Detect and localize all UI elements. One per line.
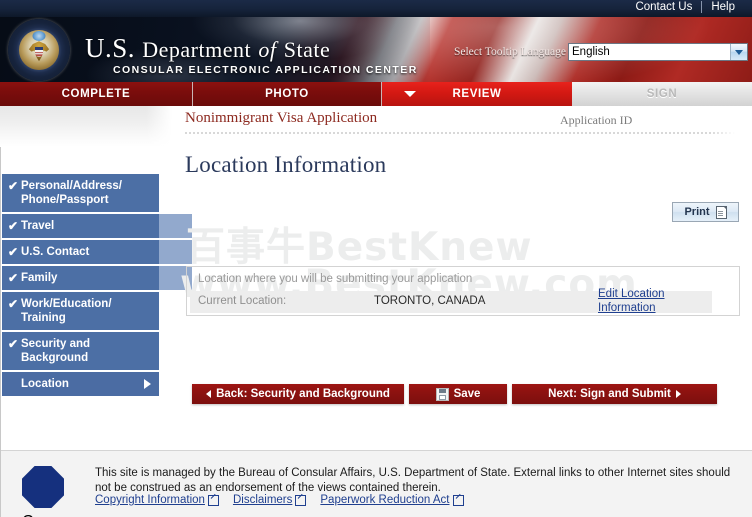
seal-blue-orb xyxy=(32,30,46,41)
current-location-value: TORONTO, CANADA xyxy=(374,295,486,307)
tooltip-language-value: English xyxy=(572,46,610,58)
save-button[interactable]: Save xyxy=(409,384,507,404)
top-utility-bar: Contact Us Help xyxy=(0,0,752,18)
location-hint: Location where you will be submitting yo… xyxy=(198,273,473,285)
tooltip-language-select[interactable]: English xyxy=(568,43,748,61)
check-icon: ✔ xyxy=(8,337,19,351)
chevron-down-icon[interactable] xyxy=(730,44,747,60)
page-title: Location Information xyxy=(185,152,387,177)
main-tab-bar: COMPLETE PHOTO REVIEW SIGN xyxy=(0,82,752,106)
department-of-state-seal-icon xyxy=(8,19,70,81)
form-action-bar: Back: Security and Background Save Next:… xyxy=(192,384,722,404)
current-location-label: Current Location: xyxy=(198,295,287,307)
sidebar-top-gradient xyxy=(0,106,172,147)
print-button-label: Print xyxy=(684,206,710,218)
tab-complete-label: COMPLETE xyxy=(61,88,131,100)
caret-down-icon xyxy=(404,91,416,97)
sidebar-item-work-education[interactable]: ✔ Work/Education/ Training xyxy=(2,292,159,330)
check-icon: ✔ xyxy=(8,271,19,285)
top-utility-links: Contact Us Help xyxy=(626,1,744,13)
contact-us-link[interactable]: Contact Us xyxy=(626,1,701,13)
copyright-information-label: Copyright Information xyxy=(95,494,205,506)
breadcrumb-divider xyxy=(185,122,741,136)
dept-title-department: Department xyxy=(142,37,252,62)
next-button[interactable]: Next: Sign and Submit xyxy=(512,384,717,404)
application-id-label: Application ID xyxy=(560,113,633,127)
sidebar-item-security[interactable]: ✔ Security and Background xyxy=(2,332,159,370)
sidebar-item-family-label: Family xyxy=(21,272,58,284)
help-link[interactable]: Help xyxy=(702,1,744,13)
tab-review-label: REVIEW xyxy=(452,88,502,100)
site-banner: U.S. Department of State CONSULAR ELECTR… xyxy=(0,17,752,82)
dept-title-us: U.S. xyxy=(85,33,136,63)
ceac-application-page: Contact Us Help U.S. Department of State… xyxy=(0,0,752,517)
footer-disclaimer-text: This site is managed by the Bureau of Co… xyxy=(95,467,731,494)
footer-links: Copyright Information Disclaimers Paperw… xyxy=(95,494,464,506)
sidebar-item-travel[interactable]: ✔ Travel xyxy=(2,214,192,238)
save-button-label: Save xyxy=(453,388,481,400)
chevron-right-icon xyxy=(144,379,151,389)
check-icon: ✔ xyxy=(8,297,19,311)
tab-photo-label: PHOTO xyxy=(265,88,309,100)
edit-location-information-link[interactable]: Edit Location Information xyxy=(598,287,690,315)
document-icon xyxy=(715,205,727,219)
copyright-information-link[interactable]: Copyright Information xyxy=(95,494,219,506)
breadcrumb: Nonimmigrant Visa Application Applicatio… xyxy=(185,110,745,130)
sidebar-item-travel-label: Travel xyxy=(21,220,55,232)
tab-sign[interactable]: SIGN xyxy=(572,82,752,106)
current-location-row: Current Location: TORONTO, CANADA Edit L… xyxy=(190,288,712,314)
seal-shield-icon xyxy=(35,47,43,58)
dept-title-state: State xyxy=(283,37,331,62)
external-link-icon xyxy=(452,494,464,506)
print-button[interactable]: Print xyxy=(672,202,739,222)
paperwork-reduction-act-link[interactable]: Paperwork Reduction Act xyxy=(320,494,464,506)
sidebar-item-location-label: Location xyxy=(21,378,69,390)
disclaimers-link[interactable]: Disclaimers xyxy=(232,494,307,506)
paperwork-reduction-act-label: Paperwork Reduction Act xyxy=(320,494,450,506)
check-icon: ✔ xyxy=(8,219,19,233)
check-icon: ✔ xyxy=(8,245,19,259)
sidebar-item-us-contact-label: U.S. Contact xyxy=(21,246,90,258)
sidebar-item-personal-label: Personal/Address/ Phone/Passport xyxy=(21,180,122,206)
tab-photo[interactable]: PHOTO xyxy=(193,82,382,106)
tab-complete[interactable]: COMPLETE xyxy=(0,82,193,106)
sidebar-item-personal[interactable]: ✔ Personal/Address/ Phone/Passport xyxy=(2,174,159,212)
sidebar-item-location[interactable]: Location xyxy=(2,372,159,396)
section-sidebar: ✔ Personal/Address/ Phone/Passport ✔ Tra… xyxy=(2,174,192,398)
consular-affairs-letter: C xyxy=(22,513,64,517)
sidebar-item-family[interactable]: ✔ Family xyxy=(2,266,192,290)
department-title: U.S. Department of State xyxy=(85,33,330,64)
sidebar-item-us-contact[interactable]: ✔ U.S. Contact xyxy=(2,240,192,264)
external-link-icon xyxy=(295,494,307,506)
next-button-label: Next: Sign and Submit xyxy=(548,388,671,400)
tooltip-language-label: Select Tooltip Language xyxy=(453,46,566,58)
check-icon: ✔ xyxy=(8,179,19,193)
watermark-line-1: 百事牛BestKnew xyxy=(186,225,533,270)
tab-review[interactable]: REVIEW xyxy=(382,82,572,106)
department-subtitle: CONSULAR ELECTRONIC APPLICATION CENTER xyxy=(113,64,418,76)
arrow-left-icon xyxy=(206,390,212,398)
breadcrumb-title: Nonimmigrant Visa Application xyxy=(185,110,378,126)
back-button-label: Back: Security and Background xyxy=(216,388,390,400)
dept-title-of: of xyxy=(258,37,277,62)
back-button[interactable]: Back: Security and Background xyxy=(192,384,404,404)
arrow-right-icon xyxy=(675,390,681,398)
sidebar-item-security-label: Security and Background xyxy=(21,338,91,364)
tab-sign-label: SIGN xyxy=(646,88,678,100)
consular-affairs-seal-icon: C xyxy=(22,466,64,517)
floppy-disk-icon xyxy=(435,387,449,401)
disclaimers-label: Disclaimers xyxy=(232,494,293,506)
sidebar-item-work-education-label: Work/Education/ Training xyxy=(21,298,112,324)
external-link-icon xyxy=(207,494,219,506)
